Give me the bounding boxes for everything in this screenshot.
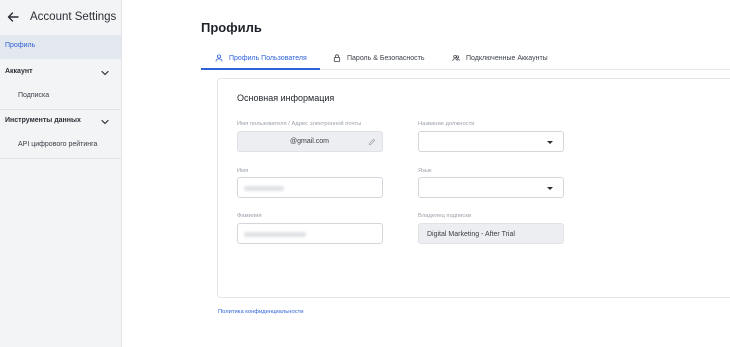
caret-down-icon bbox=[547, 187, 553, 190]
sidebar-item-api-rating[interactable]: API цифрового рейтинга bbox=[18, 141, 97, 148]
subscription-owner-value: Digital Marketing - After Trial bbox=[427, 231, 515, 238]
language-label: Язык bbox=[418, 168, 432, 174]
privacy-policy-link[interactable]: Политика конфиденциальности bbox=[218, 309, 304, 315]
active-tab-indicator bbox=[201, 68, 320, 70]
username-label: Имя пользователя / Адрес электронной поч… bbox=[237, 121, 362, 127]
section-title: Основная информация bbox=[237, 93, 335, 103]
last-name-input[interactable] bbox=[237, 223, 383, 244]
tab-label: Подключенные Аккаунты bbox=[466, 54, 548, 62]
last-name-label: Фамилия bbox=[237, 213, 262, 219]
sidebar-group-account[interactable]: Аккаунт bbox=[5, 68, 33, 75]
sidebar-item-profile-label: Профиль bbox=[5, 42, 36, 49]
chevron-down-icon[interactable] bbox=[101, 70, 109, 76]
tab-label: Пароль & Безопасность bbox=[347, 54, 425, 62]
language-select[interactable] bbox=[418, 177, 564, 198]
sidebar-group-data-tools[interactable]: Инструменты данных bbox=[5, 117, 81, 124]
sidebar-divider bbox=[0, 158, 121, 159]
first-name-input[interactable] bbox=[237, 177, 383, 198]
back-arrow-icon[interactable] bbox=[6, 10, 20, 24]
username-email-field: @gmail.com bbox=[237, 131, 383, 152]
tab-password-security[interactable]: Пароль & Безопасность bbox=[333, 46, 425, 70]
sidebar: Account Settings Профиль Аккаунт Подписк… bbox=[0, 0, 122, 347]
lock-icon bbox=[333, 54, 341, 62]
sidebar-item-subscription[interactable]: Подписка bbox=[18, 92, 49, 99]
sidebar-item-profile[interactable]: Профиль bbox=[0, 35, 121, 59]
username-email-value: @gmail.com bbox=[290, 138, 330, 145]
pencil-icon[interactable] bbox=[368, 138, 376, 146]
user-icon bbox=[215, 54, 223, 62]
subscription-owner-field: Digital Marketing - After Trial bbox=[418, 223, 564, 244]
job-title-select[interactable] bbox=[418, 131, 564, 152]
sidebar-header: Account Settings bbox=[6, 9, 116, 25]
subscription-owner-label: Владелец подписки bbox=[418, 213, 472, 219]
first-name-label: Имя bbox=[237, 168, 249, 174]
page-title: Профиль bbox=[201, 20, 262, 35]
job-title-label: Название должности bbox=[418, 121, 475, 127]
chevron-down-icon[interactable] bbox=[101, 119, 109, 125]
tab-label: Профиль Пользователя bbox=[229, 54, 307, 62]
redacted-first-name bbox=[244, 186, 284, 191]
caret-down-icon bbox=[547, 141, 553, 144]
redacted-last-name bbox=[244, 232, 306, 237]
sidebar-title: Account Settings bbox=[30, 11, 117, 23]
tab-bar: Профиль Пользователя Пароль & Безопаснос… bbox=[201, 46, 730, 70]
sidebar-divider bbox=[0, 109, 121, 110]
tab-connected-accounts[interactable]: Подключенные Аккаунты bbox=[452, 46, 548, 70]
tab-user-profile[interactable]: Профиль Пользователя bbox=[215, 46, 307, 70]
users-icon bbox=[452, 54, 460, 62]
